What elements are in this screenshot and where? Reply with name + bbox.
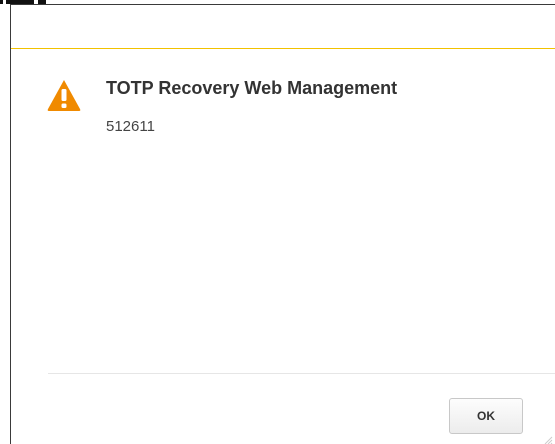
dialog-header-divider bbox=[11, 48, 555, 49]
warning-icon bbox=[46, 78, 82, 112]
ok-button[interactable]: OK bbox=[449, 398, 523, 434]
dialog-footer-divider bbox=[48, 373, 555, 374]
alert-dialog: TOTP Recovery Web Management 512611 OK bbox=[10, 4, 555, 444]
background-edge-segment bbox=[0, 0, 3, 4]
page: TOTP Recovery Web Management 512611 OK bbox=[0, 0, 555, 444]
dialog-title: TOTP Recovery Web Management bbox=[106, 78, 398, 98]
dialog-message: 512611 bbox=[106, 118, 155, 135]
resize-grip-icon[interactable] bbox=[543, 432, 553, 444]
